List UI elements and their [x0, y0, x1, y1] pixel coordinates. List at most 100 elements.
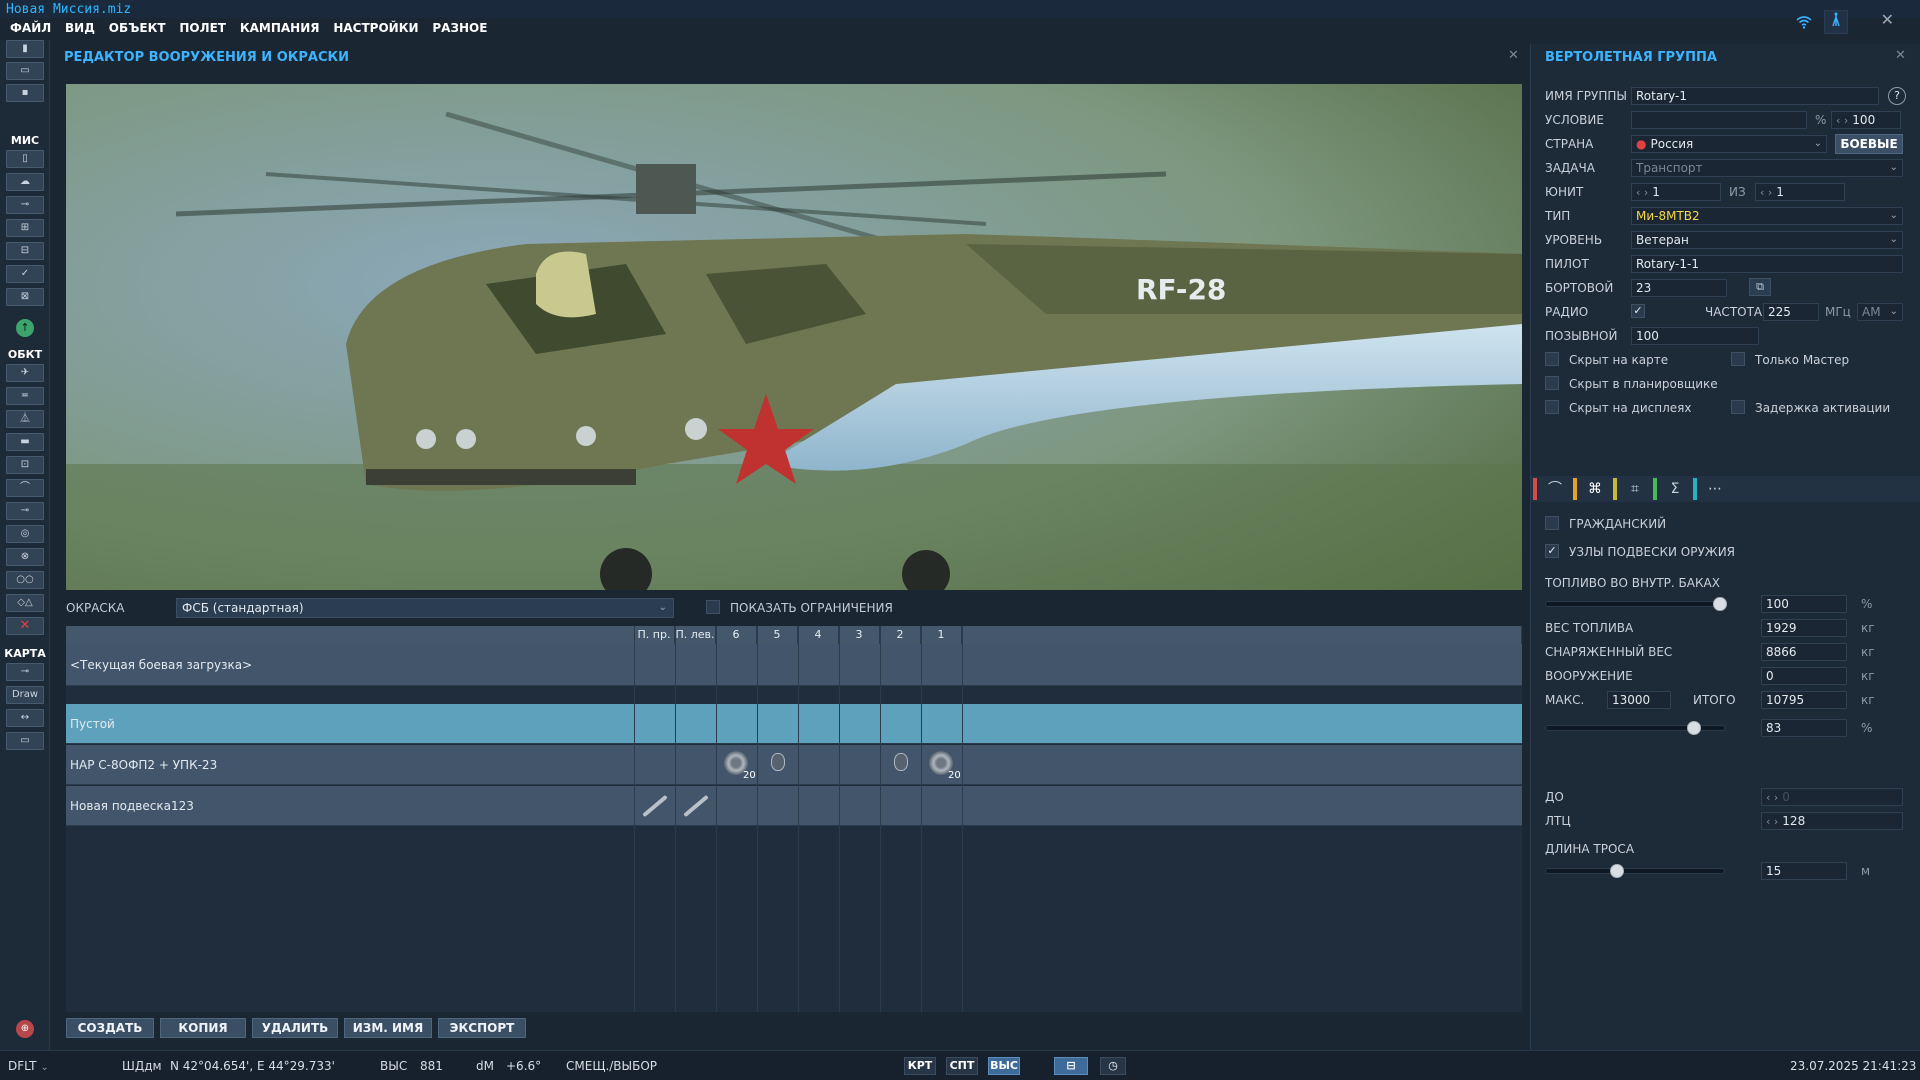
tab-summary[interactable]: Σ — [1657, 476, 1693, 502]
pylons-checkbox[interactable]: ✓ — [1545, 544, 1559, 558]
frequency-input[interactable]: 225 — [1763, 303, 1819, 321]
tab-route[interactable]: ⌒ — [1537, 476, 1573, 502]
menu-view[interactable]: ВИД — [65, 21, 95, 35]
hidden-on-displays-checkbox[interactable] — [1545, 400, 1559, 414]
combat-button[interactable]: БОЕВЫЕ — [1835, 134, 1903, 154]
slider-knob[interactable] — [1610, 864, 1625, 878]
table-row[interactable]: Новая подвеска123 — [66, 786, 1522, 826]
delete-button[interactable]: УДАЛИТЬ — [252, 1018, 338, 1038]
cable-length-input[interactable]: 15 — [1761, 862, 1847, 880]
airplane-icon[interactable]: ✈ — [6, 364, 44, 382]
map-key-icon[interactable]: ⊸ — [6, 663, 44, 681]
master-only-checkbox[interactable] — [1731, 352, 1745, 366]
slider-knob[interactable] — [1686, 721, 1701, 735]
group-icon[interactable]: ○○ — [6, 571, 44, 589]
target-icon[interactable]: ⊞ — [6, 219, 44, 237]
slider-knob[interactable] — [1713, 597, 1728, 611]
skin-select[interactable]: ФСБ (стандартная) ⌄ — [176, 598, 674, 618]
open-folder-icon[interactable]: ▭ — [6, 62, 44, 80]
callsign-input[interactable]: 100 — [1631, 327, 1759, 345]
new-file-icon[interactable]: ▮ — [6, 40, 44, 58]
tab-payload[interactable]: ⌘ — [1577, 476, 1613, 502]
table-row[interactable]: Пустой — [66, 704, 1522, 744]
do-stepper[interactable]: ‹ › 0 — [1761, 788, 1903, 806]
waypoint-icon[interactable]: ⊸ — [6, 502, 44, 520]
help-icon[interactable]: ? — [1888, 87, 1906, 105]
task-select[interactable]: Транспорт ⌄ — [1631, 159, 1903, 177]
condition-probability[interactable]: ‹ › 100 — [1831, 111, 1901, 129]
cable-length-slider[interactable] — [1545, 864, 1725, 878]
satellite-mode-button[interactable]: СПТ — [946, 1057, 978, 1075]
modulation-select[interactable]: AM ⌄ — [1857, 303, 1903, 321]
goals-icon[interactable]: ⊠ — [6, 288, 44, 306]
load-slider[interactable] — [1545, 721, 1725, 735]
delete-target-icon[interactable]: ⊗ — [6, 548, 44, 566]
start-icon[interactable]: ↑ — [16, 319, 34, 337]
civilian-checkbox[interactable] — [1545, 516, 1559, 530]
ltc-stepper[interactable]: ‹ › 128 — [1761, 812, 1903, 830]
triggers-icon[interactable]: ⊟ — [6, 242, 44, 260]
shapes-icon[interactable]: ◇△ — [6, 594, 44, 612]
hidden-in-planner-checkbox[interactable] — [1545, 376, 1559, 390]
menu-object[interactable]: ОБЪЕКТ — [109, 21, 166, 35]
radio-checkbox[interactable]: ✓ — [1631, 304, 1645, 318]
total-weight-input[interactable]: 10795 — [1761, 691, 1847, 709]
zone-icon[interactable]: ⌒ — [6, 479, 44, 497]
unit-total-stepper[interactable]: ‹ › 1 — [1755, 183, 1845, 201]
internal-fuel-input[interactable]: 100 — [1761, 595, 1847, 613]
coord-mode[interactable]: ШДдм — [122, 1059, 162, 1073]
menu-flight[interactable]: ПОЛЕТ — [179, 21, 226, 35]
board-number-input[interactable]: 23 — [1631, 279, 1727, 297]
delete-icon[interactable]: ✕ — [6, 617, 44, 635]
condition-input[interactable] — [1631, 111, 1807, 129]
profile-select[interactable]: DFLT ⌄ — [8, 1059, 49, 1073]
rectangle-icon[interactable]: ▭ — [6, 732, 44, 750]
type-select[interactable]: Ми-8МТВ2 ⌄ — [1631, 207, 1903, 225]
editor-close-icon[interactable]: ✕ — [1508, 48, 1519, 63]
weapons-weight-input[interactable]: 0 — [1761, 667, 1847, 685]
circle-target-icon[interactable]: ◎ — [6, 525, 44, 543]
weather-icon[interactable]: ☁ — [6, 173, 44, 191]
menu-misc[interactable]: РАЗНОЕ — [432, 21, 487, 35]
empty-weight-input[interactable]: 8866 — [1761, 643, 1847, 661]
menu-file[interactable]: ФАЙЛ — [10, 21, 51, 35]
briefing-icon[interactable]: ▯ — [6, 150, 44, 168]
tab-more[interactable]: ⋯ — [1697, 476, 1733, 502]
rename-button[interactable]: ИЗМ. ИМЯ — [344, 1018, 432, 1038]
copy-icon[interactable]: ⧉ — [1749, 278, 1771, 296]
check-icon[interactable]: ✓ — [6, 265, 44, 283]
unit-stepper[interactable]: ‹ › 1 — [1631, 183, 1721, 201]
country-select[interactable]: ● Россия ⌄ — [1631, 135, 1827, 153]
fuel-weight-input[interactable]: 1929 — [1761, 619, 1847, 637]
pilot-input[interactable]: Rotary-1-1 — [1631, 255, 1903, 273]
save-icon[interactable]: ▪ — [6, 84, 44, 102]
vehicle-icon[interactable]: ▬ — [6, 433, 44, 451]
static-icon[interactable]: ⊡ — [6, 456, 44, 474]
ruler-icon[interactable]: ↔ — [6, 709, 44, 727]
copy-button[interactable]: КОПИЯ — [160, 1018, 246, 1038]
record-icon[interactable]: ⊕ — [16, 1020, 34, 1038]
table-row[interactable]: НАР С-8ОФП2 + УПК-23 20 20 — [66, 745, 1522, 785]
tab-triggers[interactable]: ⌗ — [1617, 476, 1653, 502]
draw-button[interactable]: Draw — [6, 686, 44, 704]
ship-icon[interactable]: ⏅ — [6, 410, 44, 428]
show-limits-checkbox[interactable] — [706, 600, 720, 614]
menu-campaign[interactable]: КАМПАНИЯ — [240, 21, 320, 35]
internal-fuel-slider[interactable] — [1545, 597, 1728, 611]
map-mode-button[interactable]: КРТ — [904, 1057, 936, 1075]
skill-select[interactable]: Ветеран ⌄ — [1631, 231, 1903, 249]
clock-icon[interactable]: ◷ — [1100, 1057, 1126, 1075]
create-button[interactable]: СОЗДАТЬ — [66, 1018, 154, 1038]
group-name-input[interactable]: Rotary-1 — [1631, 87, 1879, 105]
antenna-icon[interactable] — [1824, 10, 1848, 34]
panel-close-icon[interactable]: ✕ — [1895, 48, 1906, 63]
hidden-on-map-checkbox[interactable] — [1545, 352, 1559, 366]
layers-icon[interactable]: ⊟ — [1054, 1057, 1088, 1075]
time-icon[interactable]: ⊸ — [6, 196, 44, 214]
menu-settings[interactable]: НАСТРОЙКИ — [333, 21, 418, 35]
max-weight-input[interactable]: 13000 — [1607, 691, 1671, 709]
close-icon[interactable]: ✕ — [1881, 10, 1894, 29]
current-loadout-row[interactable]: <Текущая боевая загрузка> — [66, 644, 1522, 686]
altitude-mode-button[interactable]: ВЫС — [988, 1057, 1020, 1075]
late-activation-checkbox[interactable] — [1731, 400, 1745, 414]
